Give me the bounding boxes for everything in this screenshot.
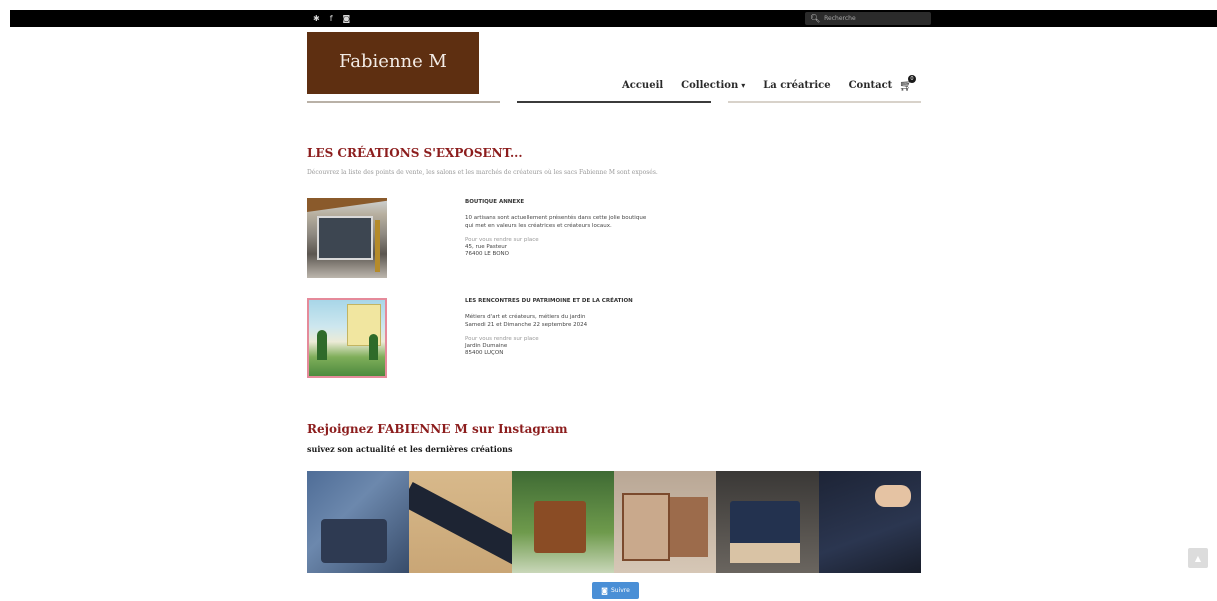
- header-divider: [307, 101, 500, 103]
- facebook-icon[interactable]: f: [330, 12, 333, 25]
- event-title: LES RENCONTRES DU PATRIMOINE ET DE LA CR…: [465, 298, 633, 304]
- follow-label: Suivre: [610, 587, 630, 594]
- bag-shape: [321, 519, 387, 563]
- event-go-label: Pour vous rendre sur place: [465, 336, 539, 342]
- main-nav: Accueil Collection ▾ La créatrice Contact: [622, 78, 910, 92]
- instagram-icon: ◙: [601, 586, 608, 595]
- section-intro: Découvrez la liste des points de vente, …: [307, 169, 658, 176]
- nav-item-collection[interactable]: Collection ▾: [681, 80, 745, 91]
- scroll-to-top-button[interactable]: ▲: [1188, 548, 1208, 568]
- bag-shape: [621, 493, 670, 561]
- nav-item-accueil[interactable]: Accueil: [622, 80, 663, 91]
- event-boutique: BOUTIQUE ANNEXE 10 artisans sont actuell…: [465, 199, 646, 258]
- chevron-up-icon: ▲: [1194, 553, 1202, 563]
- event-desc: qui met en valeurs les créatrices et cré…: [465, 223, 612, 229]
- search-box: 🔍︎: [805, 12, 931, 25]
- nav-item-contact[interactable]: Contact: [849, 80, 893, 91]
- instagram-gallery: [307, 471, 921, 573]
- header-divider: [728, 101, 921, 103]
- instagram-photo[interactable]: [716, 471, 819, 573]
- instagram-photo[interactable]: [307, 471, 410, 573]
- bag-shape: [533, 501, 586, 553]
- nav-item-collection-label: Collection: [681, 79, 739, 91]
- bag-shape: [669, 497, 708, 557]
- top-bar: ✱ f ◙ 🔍︎: [10, 10, 1217, 27]
- hand-shape: [874, 485, 911, 507]
- event-desc: Métiers d'art et créateurs, métiers du j…: [465, 314, 586, 320]
- shop-sign-pole: [375, 220, 380, 272]
- event-rencontres: LES RENCONTRES DU PATRIMOINE ET DE LA CR…: [465, 298, 633, 357]
- caret-down-icon: ▾: [741, 79, 746, 90]
- pinterest-icon[interactable]: ✱: [313, 12, 320, 25]
- tree-shape: [317, 330, 327, 360]
- instagram-photo[interactable]: [818, 471, 921, 573]
- section-title: LES CRÉATIONS S'EXPOSENT...: [307, 146, 523, 160]
- tree-shape: [369, 334, 378, 360]
- instagram-icon[interactable]: ◙: [343, 12, 351, 25]
- event-desc: 10 artisans sont actuellement présentés …: [465, 215, 647, 221]
- social-links: ✱ f ◙: [313, 12, 350, 25]
- logo-text: Fabienne M: [339, 50, 447, 72]
- search-input[interactable]: [824, 15, 925, 22]
- site-logo[interactable]: Fabienne M: [307, 32, 479, 94]
- event-address: 45, rue Pasteur: [465, 244, 507, 250]
- event-image-rencontres[interactable]: [307, 298, 387, 378]
- instagram-photo[interactable]: [409, 471, 512, 573]
- bag-shape: [730, 543, 801, 563]
- nav-item-la-creatrice[interactable]: La créatrice: [763, 80, 830, 91]
- cart-count-badge: 0: [908, 75, 916, 83]
- event-address: 76400 LE BONO: [465, 251, 509, 257]
- cart-button[interactable]: 🛒︎ 0: [899, 75, 917, 93]
- instagram-photo[interactable]: [511, 471, 614, 573]
- header-divider: [517, 101, 711, 103]
- shop-awning: [307, 198, 387, 212]
- search-icon[interactable]: 🔍︎: [810, 14, 820, 23]
- event-title: BOUTIQUE ANNEXE: [465, 199, 525, 205]
- event-address: 85400 LUÇON: [465, 350, 504, 356]
- event-desc: Samedi 21 et Dimanche 22 septembre 2024: [465, 322, 588, 328]
- instagram-subtitle: suivez son actualité et les dernières cr…: [307, 444, 513, 454]
- instagram-follow-button[interactable]: ◙ Suivre: [592, 582, 639, 599]
- instagram-photo[interactable]: [613, 471, 717, 573]
- bag-shape: [409, 482, 512, 566]
- event-address: Jardin Dumaine: [465, 343, 508, 349]
- event-go-label: Pour vous rendre sur place: [465, 237, 539, 243]
- event-image-boutique[interactable]: [307, 198, 387, 278]
- instagram-title: Rejoignez FABIENNE M sur Instagram: [307, 422, 568, 436]
- shop-window: [317, 216, 373, 260]
